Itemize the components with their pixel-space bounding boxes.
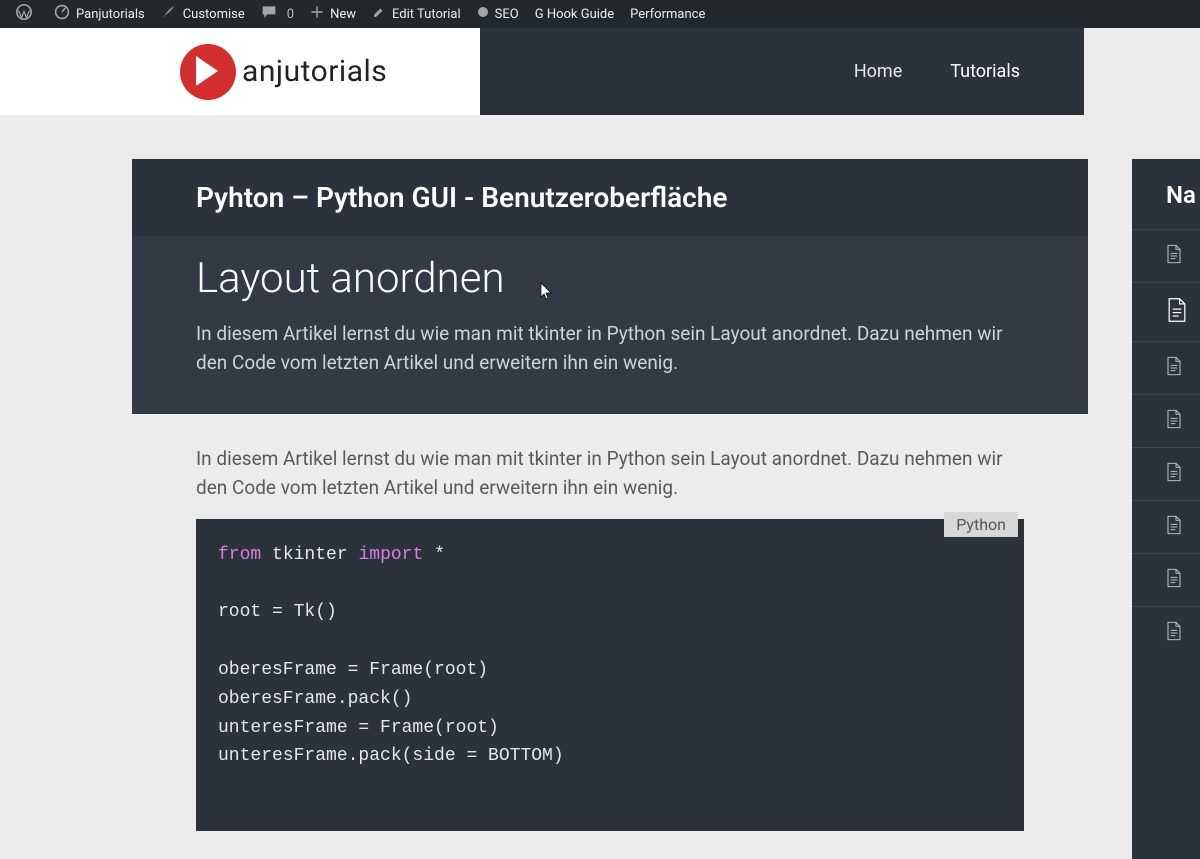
document-icon bbox=[1166, 409, 1182, 433]
wp-admin-bar: Panjutorials Customise 0 New Edit Tutori… bbox=[0, 0, 1200, 28]
course-title: Pyhton – Python GUI - Benutzeroberfläche bbox=[132, 159, 1088, 236]
document-icon bbox=[1166, 244, 1182, 268]
wordpress-icon bbox=[16, 4, 32, 24]
wp-logo[interactable] bbox=[8, 0, 46, 28]
code-block[interactable]: from tkinter import * root = Tk() oberes… bbox=[196, 519, 1024, 831]
admin-seo[interactable]: SEO bbox=[469, 0, 527, 28]
comment-icon bbox=[261, 4, 277, 24]
code-language-badge: Python bbox=[944, 512, 1018, 537]
play-logo-icon bbox=[180, 44, 236, 100]
code-block-wrap: Python from tkinter import * root = Tk()… bbox=[196, 519, 1024, 831]
brand-word: anjutorials bbox=[242, 54, 387, 89]
admin-hook-guide[interactable]: G Hook Guide bbox=[527, 0, 622, 28]
brush-icon bbox=[161, 4, 177, 24]
content-area: Pyhton – Python GUI - Benutzeroberfläche… bbox=[0, 115, 1200, 859]
sidebar-title: Na bbox=[1132, 181, 1200, 229]
nav-spacer bbox=[1084, 28, 1200, 115]
article-column: Pyhton – Python GUI - Benutzeroberfläche… bbox=[132, 159, 1088, 859]
article-intro: In diesem Artikel lernst du wie man mit … bbox=[196, 444, 1016, 503]
sidebar-lesson-item[interactable] bbox=[1132, 606, 1200, 659]
admin-site-label: Panjutorials bbox=[76, 7, 145, 22]
plus-icon bbox=[310, 5, 324, 23]
document-icon bbox=[1166, 462, 1182, 486]
document-icon bbox=[1166, 297, 1188, 327]
nav-home[interactable]: Home bbox=[830, 28, 926, 115]
site-logo[interactable]: anjutorials bbox=[180, 44, 387, 100]
sidebar-lesson-item[interactable] bbox=[1132, 229, 1200, 282]
document-icon bbox=[1166, 621, 1182, 645]
document-icon bbox=[1166, 356, 1182, 380]
pencil-icon bbox=[372, 5, 386, 23]
lesson-header: Layout anordnen In diesem Artikel lernst… bbox=[132, 236, 1088, 414]
nav-tutorials[interactable]: Tutorials bbox=[926, 28, 1044, 115]
admin-performance[interactable]: Performance bbox=[622, 0, 713, 28]
lesson-sidebar: Na bbox=[1132, 159, 1200, 859]
sidebar-lesson-item[interactable] bbox=[1132, 341, 1200, 394]
site-header: anjutorials Home Tutorials bbox=[0, 28, 1200, 115]
sidebar-lesson-item[interactable] bbox=[1132, 500, 1200, 553]
lesson-summary: In diesem Artikel lernst du wie man mit … bbox=[196, 319, 1016, 378]
dot-icon bbox=[477, 6, 489, 22]
sidebar-lesson-item[interactable] bbox=[1132, 447, 1200, 500]
admin-site-link[interactable]: Panjutorials bbox=[46, 0, 153, 28]
admin-edit-tutorial[interactable]: Edit Tutorial bbox=[364, 0, 469, 28]
article-body: In diesem Artikel lernst du wie man mit … bbox=[132, 414, 1088, 831]
main-nav: Home Tutorials bbox=[480, 28, 1084, 115]
sidebar-lesson-item[interactable] bbox=[1132, 394, 1200, 447]
document-icon bbox=[1166, 568, 1182, 592]
document-icon bbox=[1166, 515, 1182, 539]
admin-new[interactable]: New bbox=[302, 0, 364, 28]
sidebar-lesson-item[interactable] bbox=[1132, 553, 1200, 606]
dashboard-icon bbox=[54, 4, 70, 24]
lesson-title: Layout anordnen bbox=[196, 254, 1024, 303]
admin-comments[interactable]: 0 bbox=[253, 0, 302, 28]
logo-area: anjutorials bbox=[0, 28, 480, 115]
admin-customise[interactable]: Customise bbox=[153, 0, 253, 28]
sidebar-lesson-item[interactable] bbox=[1132, 282, 1200, 341]
